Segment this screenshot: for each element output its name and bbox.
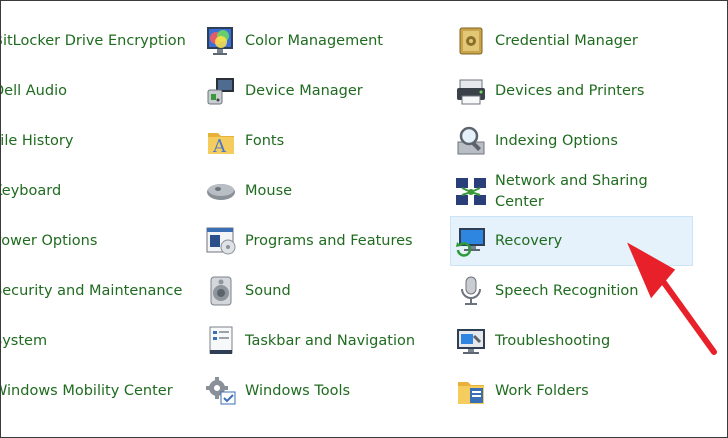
item-label: Troubleshooting [495,332,611,349]
item-label: Credential Manager [495,32,638,49]
devices-printers-icon [453,73,489,109]
color-management-icon [203,23,239,59]
item-label: Indexing Options [495,132,618,149]
recovery-icon [453,223,489,259]
item-label: Network and Sharing Center [495,173,648,210]
item-mobility-center[interactable]: Windows Mobility Center [0,381,173,402]
item-network-sharing[interactable]: Network and Sharing Center [453,171,665,213]
item-label: Work Folders [495,382,589,399]
control-panel-items: BitLocker Drive Encryption Dell Audio Fi… [0,0,728,438]
indexing-options-icon [453,123,489,159]
item-label: Mouse [245,182,293,199]
item-label: BitLocker Drive Encryption [0,33,186,49]
item-label: System [1,333,48,349]
item-system[interactable]: System [1,331,48,352]
item-mouse[interactable]: Mouse [203,173,292,209]
item-label: Devices and Printers [495,82,645,99]
item-label: Recovery [495,232,563,249]
programs-features-icon [203,223,239,259]
troubleshooting-icon [453,323,489,359]
item-keyboard[interactable]: Keyboard [1,181,62,202]
item-label: Device Manager [245,82,363,99]
item-work-folders[interactable]: Work Folders [453,373,589,409]
item-taskbar-navigation[interactable]: Taskbar and Navigation [203,323,415,359]
item-speech-recognition[interactable]: Speech Recognition [453,273,638,309]
credential-manager-icon [453,23,489,59]
item-label: File History [0,133,74,149]
mouse-icon [203,173,239,209]
item-programs-features[interactable]: Programs and Features [203,223,413,259]
item-label: Sound [245,282,291,299]
item-label: Power Options [0,233,98,249]
sound-icon [203,273,239,309]
item-label: Dell Audio [0,83,67,99]
taskbar-navigation-icon [203,323,239,359]
item-label: Keyboard [1,183,62,199]
item-sound[interactable]: Sound [203,273,291,309]
item-label: Speech Recognition [495,282,639,299]
item-file-history[interactable]: File History [0,131,74,152]
svg-text:A: A [212,136,227,157]
windows-tools-icon [203,373,239,409]
item-windows-tools[interactable]: Windows Tools [203,373,350,409]
item-fonts[interactable]: A Fonts [203,123,284,159]
item-label: Security and Maintenance [0,283,183,299]
item-recovery[interactable]: Recovery [453,223,562,259]
item-credential-manager[interactable]: Credential Manager [453,23,638,59]
item-dell-audio[interactable]: Dell Audio [0,81,67,102]
item-label: Programs and Features [245,232,413,249]
item-label: Windows Tools [245,382,351,399]
item-power-options[interactable]: Power Options [0,231,98,252]
item-label: Windows Mobility Center [0,383,173,399]
fonts-icon: A [203,123,239,159]
network-sharing-icon [453,174,489,210]
item-device-manager[interactable]: Device Manager [203,73,363,109]
microphone-icon [453,273,489,309]
item-bitlocker[interactable]: BitLocker Drive Encryption [0,31,186,52]
item-label: Taskbar and Navigation [245,332,416,349]
work-folders-icon [453,373,489,409]
item-label: Fonts [245,132,285,149]
item-indexing-options[interactable]: Indexing Options [453,123,618,159]
item-color-management[interactable]: Color Management [203,23,383,59]
item-devices-printers[interactable]: Devices and Printers [453,73,644,109]
item-troubleshooting[interactable]: Troubleshooting [453,323,610,359]
item-security-maintenance[interactable]: Security and Maintenance [0,281,183,302]
item-label: Color Management [245,32,383,49]
device-manager-icon [203,73,239,109]
